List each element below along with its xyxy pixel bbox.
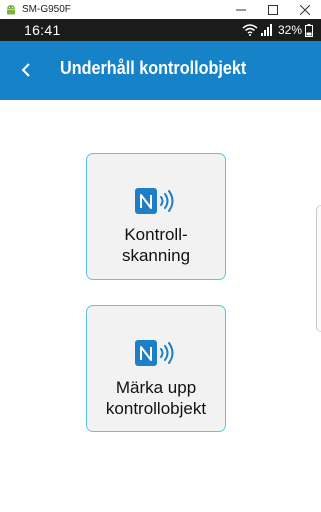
app-bar: Underhåll kontrollobjekt bbox=[0, 41, 321, 100]
wifi-icon bbox=[242, 24, 258, 36]
close-icon bbox=[300, 4, 310, 15]
minimize-icon bbox=[236, 9, 246, 10]
close-button[interactable] bbox=[289, 0, 321, 19]
minimize-button[interactable] bbox=[225, 0, 257, 19]
tag-control-object-button[interactable]: Märka upp kontrollobjekt bbox=[86, 305, 226, 432]
maximize-icon bbox=[268, 4, 278, 15]
chevron-left-icon bbox=[21, 63, 30, 77]
maximize-button[interactable] bbox=[257, 0, 289, 19]
back-button[interactable] bbox=[16, 60, 36, 80]
battery-icon bbox=[305, 23, 313, 37]
device-title: SM-G950F bbox=[22, 4, 71, 15]
page-title: Underhåll kontrollobjekt bbox=[60, 58, 247, 78]
scan-control-label: Kontroll- skanning bbox=[121, 225, 191, 265]
tag-control-object-label: Märka upp kontrollobjekt bbox=[105, 378, 207, 418]
edge-panel-handle[interactable] bbox=[316, 205, 321, 332]
status-bar: 16:41 32% bbox=[0, 19, 321, 41]
nfc-icon bbox=[135, 340, 174, 366]
signal-icon bbox=[260, 24, 272, 36]
android-icon bbox=[7, 4, 15, 14]
battery-percent: 32% bbox=[277, 23, 302, 37]
window-title-bar: SM-G950F bbox=[0, 0, 321, 19]
nfc-icon bbox=[135, 188, 174, 214]
scan-control-button[interactable]: Kontroll- skanning bbox=[86, 153, 226, 280]
status-time: 16:41 bbox=[24, 22, 61, 38]
